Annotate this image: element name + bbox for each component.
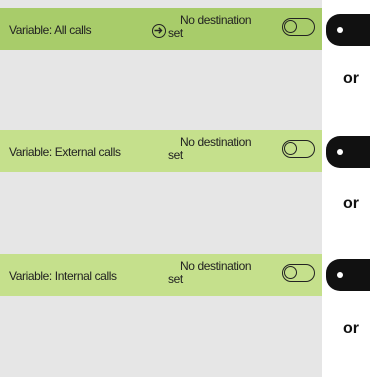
forwarding-row-external-calls[interactable]: Variable: External calls No destination … (0, 130, 322, 172)
destination-status: No destination set (168, 14, 263, 48)
destination-status: No destination set (168, 136, 263, 170)
or-separator: or (343, 70, 359, 87)
toggle-knob (284, 266, 297, 279)
destination-status-line2: set (168, 272, 183, 286)
destination-status-line2: set (168, 148, 183, 162)
destination-status: No destination set (168, 260, 263, 294)
destination-status-line1: No destination (180, 136, 252, 149)
select-key-external-calls[interactable] (326, 136, 370, 168)
toggle-off-icon[interactable] (282, 140, 315, 158)
key-dot-icon (337, 272, 343, 278)
forwarding-row-internal-calls[interactable]: Variable: Internal calls No destination … (0, 254, 322, 296)
destination-status-line1: No destination (180, 14, 252, 27)
forwarding-label: Variable: Internal calls (9, 269, 117, 283)
forwarding-label: Variable: External calls (9, 145, 121, 159)
toggle-off-icon[interactable] (282, 18, 315, 36)
or-separator: or (343, 320, 359, 337)
forwarding-label: Variable: All calls (9, 23, 92, 37)
destination-status-line1: No destination (180, 260, 252, 273)
forwarding-row-all-calls[interactable]: Variable: All calls No destination set (0, 8, 322, 50)
select-key-internal-calls[interactable] (326, 259, 370, 291)
key-dot-icon (337, 27, 343, 33)
toggle-knob (284, 142, 297, 155)
select-key-all-calls[interactable] (326, 14, 370, 46)
arrow-right-circle-icon (152, 24, 166, 38)
or-separator: or (343, 195, 359, 212)
toggle-knob (284, 20, 297, 33)
key-dot-icon (337, 149, 343, 155)
call-forwarding-panel: Variable: All calls No destination set V… (0, 0, 322, 377)
destination-status-line2: set (168, 26, 183, 40)
toggle-off-icon[interactable] (282, 264, 315, 282)
